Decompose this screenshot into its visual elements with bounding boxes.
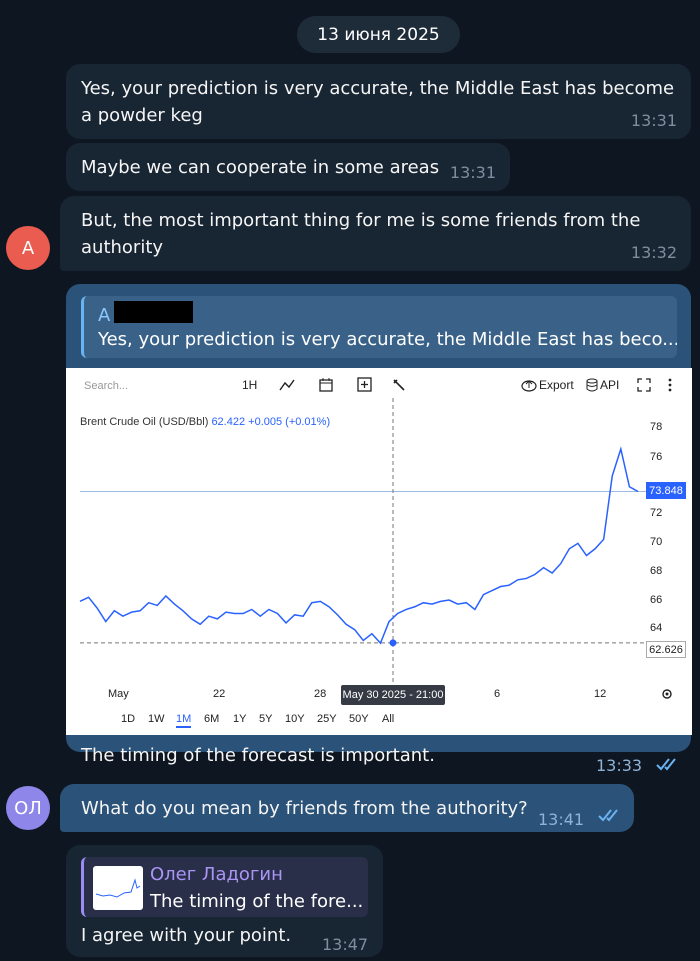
price-plot[interactable] xyxy=(66,368,692,735)
crosshair-price-badge: 62.626 xyxy=(646,641,686,658)
avatar-letter: A xyxy=(21,237,35,259)
avatar[interactable]: ОЛ xyxy=(6,786,50,830)
message-bubble[interactable]: But, the most important thing for me is … xyxy=(60,196,691,271)
crosshair-point xyxy=(389,639,397,647)
chart-thumbnail xyxy=(93,866,143,910)
message-time: 13:33 xyxy=(596,756,643,775)
reply-author: Олег Ладогин xyxy=(150,864,283,885)
message-time: 13:31 xyxy=(630,111,677,130)
read-checkmarks-icon xyxy=(656,758,676,771)
y-tick-label: 78 xyxy=(650,421,663,433)
x-tick-label: 12 xyxy=(594,688,607,700)
x-tick-label: 6 xyxy=(494,688,501,700)
range-1d[interactable]: 1D xyxy=(121,713,135,725)
date-label: 13 июня 2025 xyxy=(317,24,440,45)
read-checkmarks-icon xyxy=(598,809,618,822)
range-1m[interactable]: 1M xyxy=(176,713,192,728)
y-tick-label: 72 xyxy=(650,507,663,519)
message-bubble[interactable]: Yes, your prediction is very accurate, t… xyxy=(66,64,691,139)
message-text: Maybe we can cooperate in some areas xyxy=(81,157,440,178)
message-bubble[interactable]: Maybe we can cooperate in some areas 13:… xyxy=(66,143,510,191)
x-tick-label: 22 xyxy=(213,688,226,700)
reply-text: Yes, your prediction is very accurate, t… xyxy=(98,329,677,350)
range-1w[interactable]: 1W xyxy=(148,713,165,725)
message-text: Yes, your prediction is very accurate, t… xyxy=(81,78,675,126)
reply-text: The timing of the fore... xyxy=(150,891,364,912)
reply-author: A xyxy=(98,305,111,326)
redacted-name xyxy=(114,301,193,323)
message-text: But, the most important thing for me is … xyxy=(81,210,641,258)
avatar-letter: ОЛ xyxy=(14,797,42,819)
y-tick-label: 76 xyxy=(650,451,663,463)
range-50y[interactable]: 50Y xyxy=(349,713,369,725)
message-bubble[interactable]: Олег Ладогин The timing of the fore... I… xyxy=(66,845,383,957)
message-time: 13:31 xyxy=(449,163,496,182)
date-separator: 13 июня 2025 xyxy=(297,16,460,53)
y-tick-label: 66 xyxy=(650,594,663,606)
range-all[interactable]: All xyxy=(382,713,394,725)
y-tick-label: 64 xyxy=(650,622,663,634)
x-tick-label: 28 xyxy=(314,688,327,700)
avatar[interactable]: A xyxy=(6,226,50,270)
range-10y[interactable]: 10Y xyxy=(285,713,305,725)
chart-image[interactable]: Search... 1H Export API Brent Crude Oil … xyxy=(66,368,692,735)
message-time: 13:47 xyxy=(322,935,369,954)
reply-quote[interactable]: Олег Ладогин The timing of the fore... xyxy=(81,857,368,917)
range-6m[interactable]: 6M xyxy=(204,713,219,725)
last-price-badge: 73.848 xyxy=(646,482,686,499)
chart-settings-icon[interactable] xyxy=(660,687,674,701)
x-tick-label: May xyxy=(108,688,129,700)
message-text: I agree with your point. xyxy=(81,925,292,946)
y-tick-label: 68 xyxy=(650,565,663,577)
message-text: The timing of the forecast is important. xyxy=(81,745,435,766)
reply-quote[interactable]: A Yes, your prediction is very accurate,… xyxy=(81,296,677,358)
y-tick-label: 70 xyxy=(650,536,663,548)
range-1y[interactable]: 1Y xyxy=(233,713,246,725)
range-5y[interactable]: 5Y xyxy=(259,713,272,725)
outgoing-message[interactable]: What do you mean by friends from the aut… xyxy=(60,784,634,832)
crosshair-date-badge: May 30 2025 - 21:00 xyxy=(341,685,445,705)
message-time: 13:32 xyxy=(630,243,677,262)
message-time: 13:41 xyxy=(538,810,585,829)
price-line xyxy=(79,446,639,645)
range-25y[interactable]: 25Y xyxy=(317,713,337,725)
